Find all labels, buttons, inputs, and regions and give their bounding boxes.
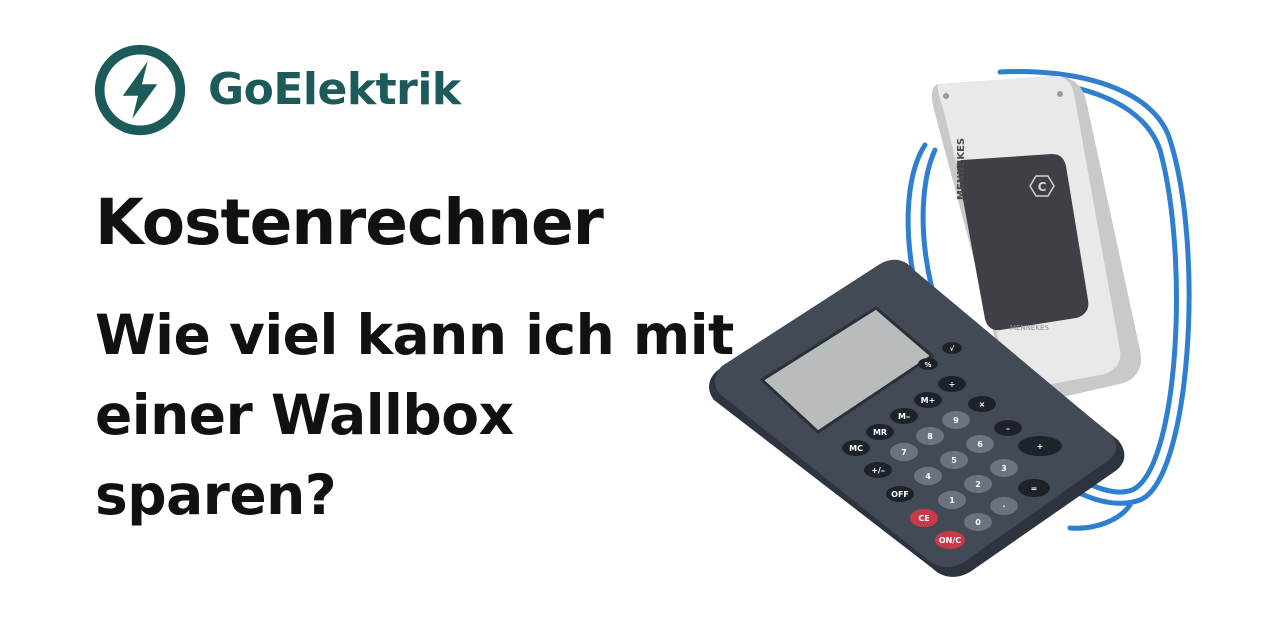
- calc-key: +/–: [871, 466, 885, 475]
- wallbox-brand-label: MENNEKES: [956, 138, 967, 200]
- calc-key: 0: [975, 518, 981, 527]
- calc-key: 7: [901, 448, 907, 457]
- calc-key: CE: [918, 514, 929, 523]
- calc-key: –: [1006, 424, 1010, 433]
- calc-key: 2: [975, 480, 981, 489]
- wallbox-calculator-illustration: C MENNEKES MENNEKES MC MR M– M+ ÷ +/– 7 …: [709, 69, 1192, 577]
- page-title: Kostenrechner: [95, 186, 604, 259]
- page: GoElektrik Kostenrechner Wie viel kann i…: [0, 0, 1280, 640]
- brand-logo[interactable]: GoElektrik: [92, 40, 461, 140]
- calc-key: 6: [977, 440, 983, 449]
- calc-key: M–: [898, 412, 910, 421]
- calc-key: ·: [1002, 502, 1005, 511]
- wallbox-footer-label: MENNEKES: [1010, 324, 1049, 332]
- calc-key: √: [950, 345, 955, 353]
- wallbox-badge: C: [1038, 180, 1047, 194]
- calc-key: 9: [953, 416, 959, 425]
- calc-key: %: [924, 361, 931, 369]
- calc-key: ÷: [949, 380, 956, 389]
- calc-key: 8: [927, 432, 933, 441]
- brand-name: GoElektrik: [208, 64, 461, 115]
- lightning-bolt-icon: [94, 44, 186, 136]
- calc-key: ON/C: [939, 536, 961, 545]
- calc-key: MC: [849, 444, 863, 453]
- calc-key: ×: [979, 400, 986, 409]
- calc-key: M+: [921, 396, 936, 405]
- calc-key: 1: [949, 496, 955, 505]
- calc-key: +: [1037, 442, 1044, 451]
- calc-key: MR: [873, 428, 887, 437]
- calc-key: OFF: [891, 490, 909, 499]
- calc-key: 3: [1001, 464, 1007, 473]
- page-subtitle: Wie viel kann ich mit einer Wallbox spar…: [95, 303, 734, 527]
- calc-key: =: [1031, 484, 1038, 493]
- calc-key: 4: [925, 472, 931, 481]
- calc-key: 5: [951, 456, 957, 465]
